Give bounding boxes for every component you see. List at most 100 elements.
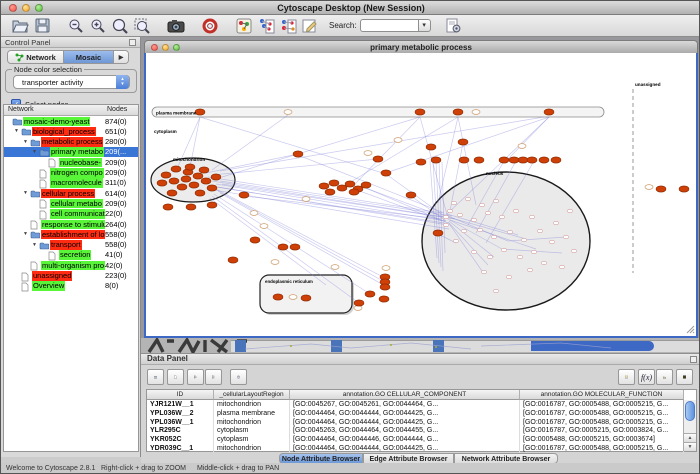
expand-arrow-icon[interactable]: ▼	[23, 139, 28, 145]
table-column-header[interactable]: _cellularLayoutRegion	[214, 390, 290, 400]
table-cell[interactable]: [GO:0016787, GO:0005488, GO:0005215, G..…	[520, 409, 684, 418]
table-cell[interactable]: [GO:0044464, GO:0044444, GO:0044425, G..…	[290, 418, 520, 427]
scroll-down-icon[interactable]: ▼	[684, 442, 696, 451]
tree-row[interactable]: ▼primary metabo209(...	[4, 147, 138, 157]
network-canvas[interactable]: plasma membranecytoplasmmitochondrionnuc…	[146, 53, 696, 334]
expand-arrow-icon[interactable]: ▼	[23, 231, 28, 237]
delete-attribute-icon[interactable]	[230, 369, 247, 385]
zoom-in-icon[interactable]	[88, 17, 108, 35]
table-cell[interactable]: [GO:0044464, GO:0044446, GO:0044444, G..…	[290, 435, 520, 444]
data-panel-header: Data Panel	[141, 354, 700, 365]
select-attributes-icon[interactable]	[187, 369, 204, 385]
expand-arrow-icon[interactable]: ▼	[23, 190, 28, 196]
tree-row[interactable]: cellular metabo209(0)	[4, 198, 138, 208]
table-cell[interactable]: mitochondrion	[214, 400, 290, 409]
gene-node-selected	[453, 109, 463, 115]
tree-row-label: nitrogen compo	[50, 168, 104, 178]
gene-node-selected	[293, 151, 303, 157]
table-cell[interactable]: [GO:0044464, GO:0044444, GO:0044425, G..…	[290, 409, 520, 418]
import-attributes-icon[interactable]	[656, 369, 673, 385]
tab-network[interactable]: Network	[8, 51, 64, 63]
vizmapper-icon[interactable]	[234, 17, 254, 35]
tree-row[interactable]: response to stimulu264(0)	[4, 219, 138, 229]
table-cell[interactable]: [GO:0045263, GO:0044464, GO:0044455, G..…	[290, 426, 520, 435]
notes-icon[interactable]	[618, 369, 635, 385]
node-color-combobox[interactable]: transporter activity ▴▾	[13, 75, 130, 89]
search-input[interactable]	[360, 19, 418, 32]
expand-arrow-icon[interactable]: ▼	[14, 128, 19, 134]
zoom-fit-icon[interactable]	[110, 17, 130, 35]
table-cell[interactable]: YKR052C	[147, 435, 214, 444]
network-tree-header[interactable]: Network Nodes	[4, 105, 138, 116]
gene-node-small	[481, 270, 487, 273]
tree-row[interactable]: ▼cellular process614(0)	[4, 188, 138, 198]
annotation-icon[interactable]	[300, 17, 320, 35]
table-cell[interactable]: mitochondrion	[214, 418, 290, 427]
table-column-header[interactable]: annotation.GO MOLECULAR_FUNCTION	[520, 390, 684, 400]
table-cell[interactable]: [GO:0016787, GO:0005488, GO:0005215, G..…	[520, 418, 684, 427]
table-cell[interactable]: plasma membrane	[214, 409, 290, 418]
tree-row[interactable]: mosaic-demo-yeast874(0)	[4, 116, 138, 126]
table-cell[interactable]: [GO:0045267, GO:0045261, GO:0044464, G..…	[290, 400, 520, 409]
formula-builder-icon[interactable]: f(x)	[638, 369, 655, 385]
gene-node-selected	[380, 284, 390, 290]
gene-node-selected	[201, 178, 211, 184]
attribute-table[interactable]: ID_cellularLayoutRegionannotation.GO CEL…	[146, 389, 697, 452]
zoom-selected-icon[interactable]	[132, 17, 152, 35]
table-cell[interactable]: [GO:0016787, GO:0005215, GO:0003824, G..…	[520, 426, 684, 435]
table-cell[interactable]: YPL036W__1	[147, 418, 214, 427]
table-cell[interactable]: [GO:0005488, GO:0005215, GO:0003674]	[520, 435, 684, 444]
open-file-button[interactable]	[10, 17, 30, 35]
expand-arrow-icon[interactable]: ▼	[32, 149, 37, 155]
float-panel-icon[interactable]	[129, 39, 136, 46]
tab-mosaic[interactable]: Mosaic	[64, 51, 114, 63]
save-button[interactable]	[32, 17, 52, 35]
table-cell[interactable]: YLR295C	[147, 426, 214, 435]
attribute-matrix-icon[interactable]	[676, 369, 693, 385]
gene-node-small	[477, 228, 483, 231]
more-tabs-button[interactable]: ▶	[114, 51, 128, 63]
snapshot-camera-icon[interactable]	[166, 17, 186, 35]
table-cell[interactable]: [GO:0016787, GO:0005488, GO:0005215, G..…	[520, 400, 684, 409]
float-data-panel-icon[interactable]	[690, 356, 697, 363]
tree-row[interactable]: cell communicat22(0)	[4, 209, 138, 219]
search-dropdown-button[interactable]: ▾	[418, 19, 431, 32]
attribute-table-icon[interactable]	[147, 369, 164, 385]
network-edge	[210, 198, 326, 285]
table-cell[interactable]: YJR121W__1	[147, 400, 214, 409]
layout-distribute-icon[interactable]	[278, 17, 298, 35]
table-cell[interactable]: [GO:0016787, GO:0005488, GO:0005215, G..…	[520, 444, 684, 453]
tree-row[interactable]: macromolecule311(0)	[4, 178, 138, 188]
table-cell[interactable]: cytoplasm	[214, 426, 290, 435]
tree-row[interactable]: ▼biological_process651(0)	[4, 126, 138, 136]
table-column-header[interactable]: ID	[147, 390, 214, 400]
tree-row[interactable]: unassigned223(0)	[4, 271, 138, 281]
scroll-up-icon[interactable]: ▲	[684, 433, 696, 442]
help-lifering-icon[interactable]	[200, 17, 220, 35]
tree-row[interactable]: Overview8(0)	[4, 281, 138, 291]
zoom-out-icon[interactable]	[66, 17, 86, 35]
tree-row[interactable]: nucleobase-209(0)	[4, 157, 138, 167]
expand-arrow-icon[interactable]: ▼	[32, 242, 37, 248]
table-cell[interactable]: YPL036W__2	[147, 409, 214, 418]
layout-align-icon[interactable]	[256, 17, 276, 35]
tree-row[interactable]: secretion41(0)	[4, 250, 138, 260]
tree-row[interactable]: ▼transport558(0)	[4, 240, 138, 250]
table-cell[interactable]: cytoplasm	[214, 435, 290, 444]
search-options-icon[interactable]	[444, 17, 464, 35]
tree-row[interactable]: multi-organism pro42(0)	[4, 260, 138, 270]
table-cell[interactable]: [GO:0044464, GO:0044444, GO:0044425, G..…	[290, 444, 520, 453]
tree-row[interactable]: ▼establishment of lo558(0)	[4, 229, 138, 239]
new-attribute-icon[interactable]	[167, 369, 184, 385]
gene-node-small	[487, 255, 493, 258]
scrollbar-thumb[interactable]	[685, 401, 695, 421]
tree-row[interactable]: ▼metabolic process280(0)	[4, 137, 138, 147]
table-column-header[interactable]: annotation.GO CELLULAR_COMPONENT	[290, 390, 520, 400]
table-vertical-scrollbar[interactable]: ▲▼	[683, 400, 696, 451]
table-cell[interactable]: mitochondrion	[214, 444, 290, 453]
table-cell[interactable]: YDR039C__1	[147, 444, 214, 453]
unselect-attributes-icon[interactable]	[205, 369, 222, 385]
tree-row[interactable]: nitrogen compo209(0)	[4, 168, 138, 178]
network-window-titlebar[interactable]: primary metabolic process	[144, 40, 698, 53]
window-titlebar[interactable]: Cytoscape Desktop (New Session)	[1, 1, 700, 15]
